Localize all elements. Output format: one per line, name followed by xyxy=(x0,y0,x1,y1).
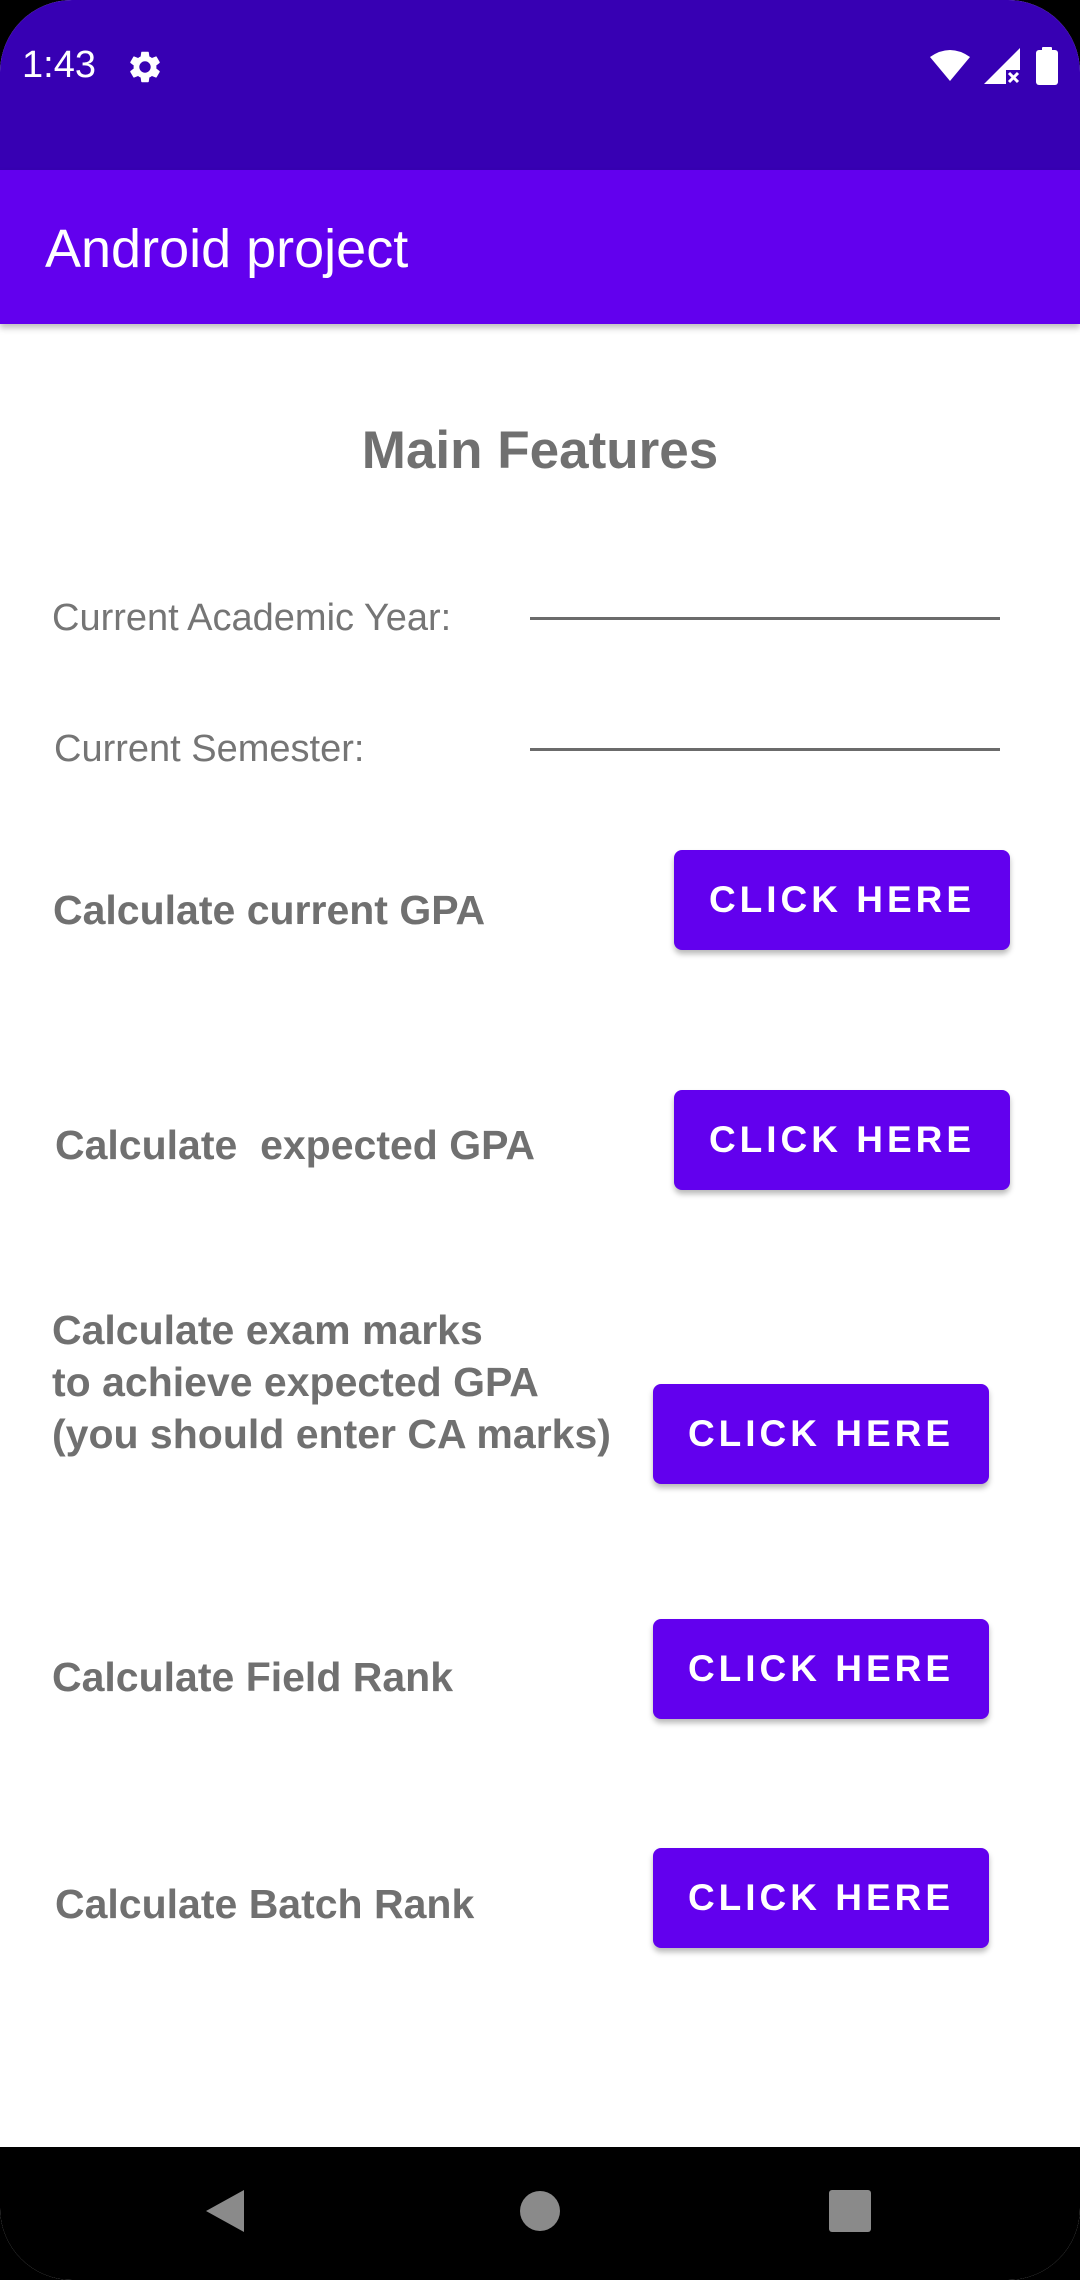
wifi-icon xyxy=(930,49,970,88)
app-screen: 1:43 Android project Main Features Curre… xyxy=(0,0,1080,2280)
battery-icon xyxy=(1036,46,1058,90)
academic-year-input[interactable] xyxy=(530,617,1000,620)
exam-marks-label-line-3: (you should enter CA marks) xyxy=(52,1411,611,1457)
academic-year-label: Current Academic Year: xyxy=(52,597,452,639)
signal-icon xyxy=(984,47,1022,89)
semester-label: Current Semester: xyxy=(54,728,365,770)
batch-rank-label: Calculate Batch Rank xyxy=(55,1881,475,1927)
exam-marks-button[interactable]: CLICK HERE xyxy=(653,1384,989,1484)
recents-icon xyxy=(829,2190,871,2237)
app-bar: Android project xyxy=(0,170,1080,324)
exam-marks-label-line-1: Calculate exam marks xyxy=(52,1307,483,1353)
semester-input[interactable] xyxy=(530,748,1000,751)
recents-button[interactable] xyxy=(790,2147,910,2280)
expected-gpa-button[interactable]: CLICK HERE xyxy=(674,1090,1010,1190)
page-title: Main Features xyxy=(361,421,719,480)
exam-marks-label: Calculate exam marks to achieve expected… xyxy=(52,1304,611,1460)
batch-rank-button[interactable]: CLICK HERE xyxy=(653,1848,989,1948)
field-rank-button[interactable]: CLICK HERE xyxy=(653,1619,989,1719)
current-gpa-button[interactable]: CLICK HERE xyxy=(674,850,1010,950)
gear-icon xyxy=(126,48,164,86)
home-button[interactable] xyxy=(480,2147,600,2280)
home-icon xyxy=(519,2190,561,2237)
back-button[interactable] xyxy=(165,2147,285,2280)
navigation-bar xyxy=(0,2147,1080,2280)
exam-marks-label-line-2: to achieve expected GPA xyxy=(52,1359,539,1405)
status-bar: 1:43 xyxy=(0,0,1080,170)
expected-gpa-label: Calculate expected GPA xyxy=(55,1122,536,1168)
field-rank-label: Calculate Field Rank xyxy=(52,1654,454,1700)
back-icon xyxy=(204,2188,246,2239)
app-title: Android project xyxy=(45,219,409,279)
status-time: 1:43 xyxy=(22,44,96,86)
status-icons xyxy=(930,46,1058,90)
current-gpa-label: Calculate current GPA xyxy=(53,887,486,933)
